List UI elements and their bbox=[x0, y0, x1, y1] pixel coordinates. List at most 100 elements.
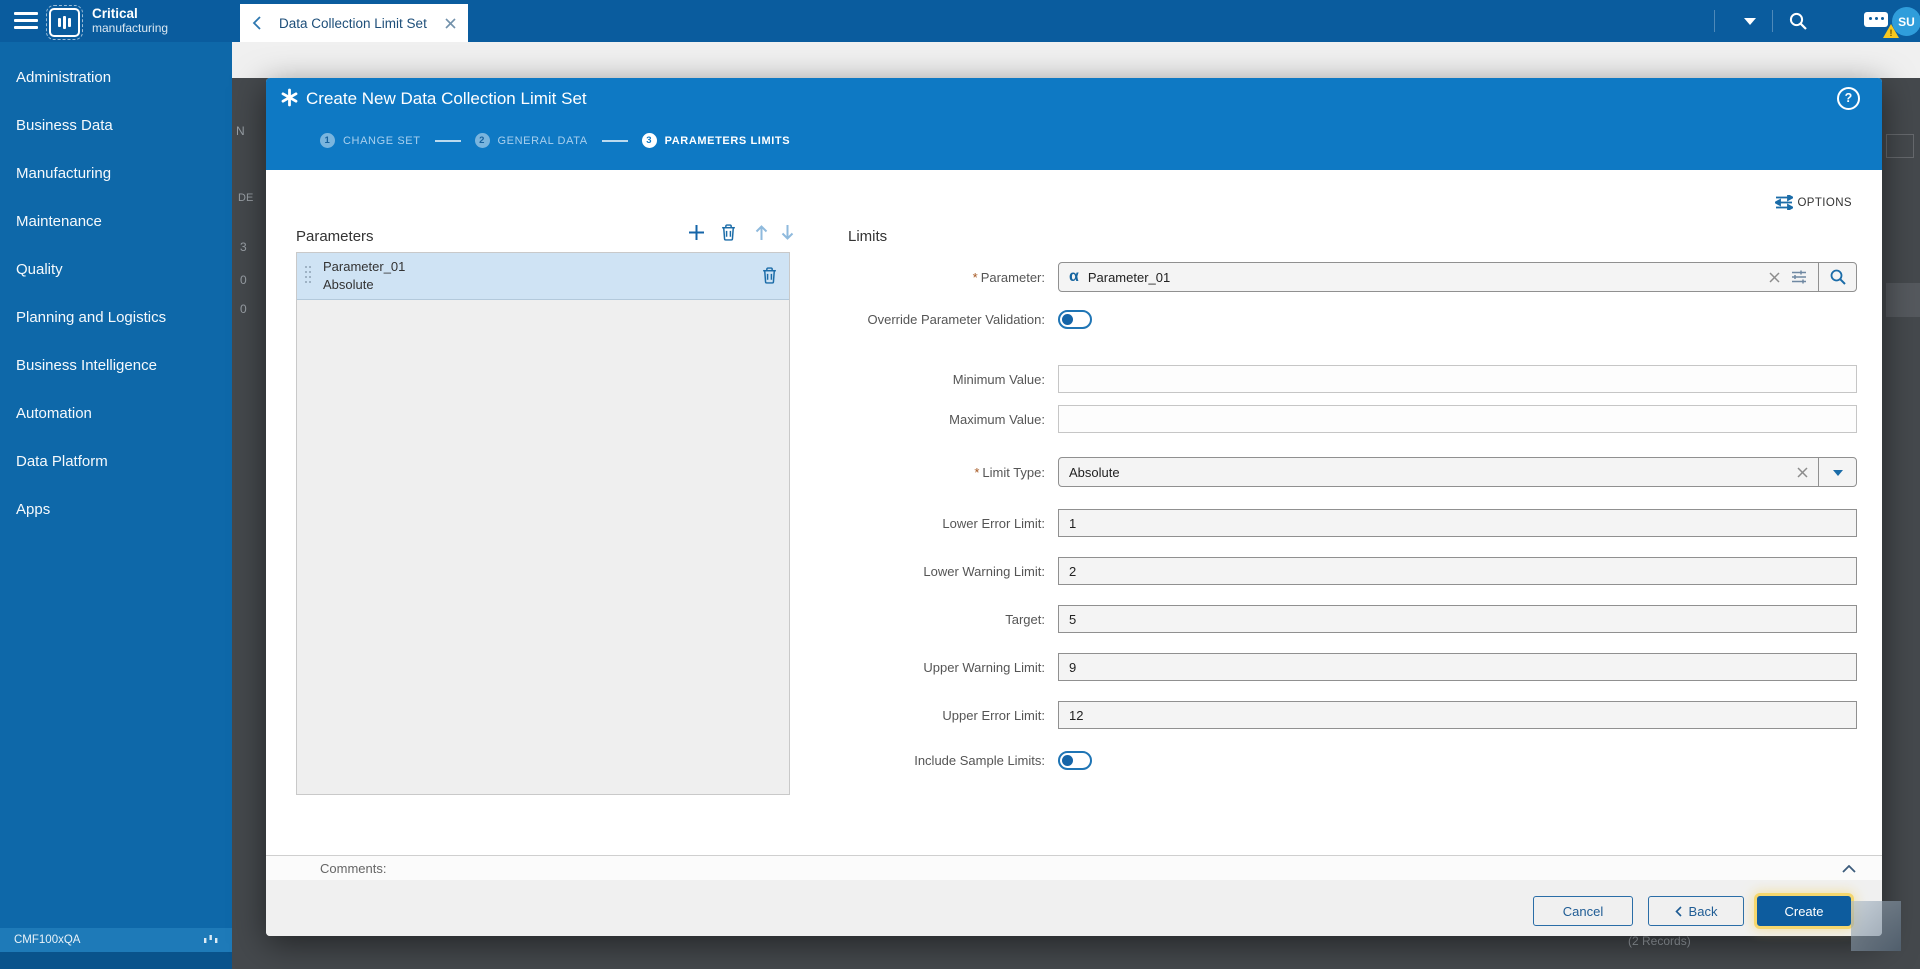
create-button[interactable]: Create bbox=[1757, 896, 1851, 926]
sidebar-item-data-platform[interactable]: Data Platform bbox=[0, 437, 232, 485]
target-label: Target: bbox=[1005, 611, 1045, 627]
parameter-lookup-field[interactable]: α Parameter_01 bbox=[1058, 262, 1857, 292]
drag-handle-icon[interactable] bbox=[305, 266, 313, 286]
advanced-filter-icon[interactable] bbox=[1790, 269, 1808, 285]
options-button[interactable]: OPTIONS bbox=[1775, 195, 1852, 210]
wizard-steps: 1 CHANGE SET 2 GENERAL DATA 3 PARAMETERS… bbox=[320, 133, 804, 148]
maximum-value-input[interactable] bbox=[1058, 405, 1857, 433]
item-delete-icon[interactable] bbox=[762, 267, 777, 284]
override-validation-toggle[interactable] bbox=[1058, 310, 1092, 329]
minimum-value-row: Minimum Value: bbox=[848, 365, 1857, 393]
wizard-step-2[interactable]: 2 bbox=[474, 133, 490, 148]
limit-type-dropdown-button[interactable] bbox=[1818, 458, 1856, 486]
delete-parameter-button[interactable] bbox=[721, 224, 736, 241]
sidebar-bottom-strip bbox=[0, 952, 232, 969]
messages-icon[interactable] bbox=[1864, 12, 1888, 27]
dialog-footer: Cancel Back Create bbox=[266, 880, 1882, 936]
tab-title: Data Collection Limit Set bbox=[279, 15, 427, 31]
comments-section: Comments: bbox=[266, 855, 1882, 881]
tab-close-icon[interactable] bbox=[445, 17, 456, 29]
tab-back-chevron-icon[interactable] bbox=[252, 16, 261, 30]
top-bar: Critical manufacturing Data Collection L… bbox=[0, 0, 1920, 42]
move-up-button[interactable] bbox=[754, 224, 769, 241]
parameter-value: Parameter_01 bbox=[1087, 269, 1171, 285]
occluded-row-fragment: 3 bbox=[240, 240, 247, 254]
parameter-item-name: Parameter_01 bbox=[323, 259, 406, 274]
occluded-panel-fragment bbox=[1886, 283, 1920, 317]
occluded-row-fragment: 0 bbox=[240, 302, 247, 316]
wizard-step-3-label: PARAMETERS LIMITS bbox=[664, 134, 791, 147]
required-asterisk: * bbox=[974, 464, 980, 480]
create-label: Create bbox=[1784, 903, 1824, 919]
target-input[interactable] bbox=[1058, 605, 1857, 633]
wizard-connector bbox=[434, 139, 461, 142]
lower-warning-limit-input[interactable] bbox=[1058, 557, 1857, 585]
sidebar-item-maintenance[interactable]: Maintenance bbox=[0, 197, 232, 245]
parameter-list-item-selected[interactable]: Parameter_01 Absolute bbox=[297, 253, 789, 300]
upper-error-limit-row: Upper Error Limit: bbox=[848, 701, 1857, 729]
sidebar-item-manufacturing[interactable]: Manufacturing bbox=[0, 149, 232, 197]
limit-type-select[interactable]: Absolute bbox=[1058, 457, 1857, 487]
wizard-step-3[interactable]: 3 bbox=[641, 133, 657, 148]
wizard-step-1[interactable]: 1 bbox=[320, 133, 335, 148]
limit-type-row: * Limit Type: Absolute bbox=[848, 457, 1857, 487]
minimum-value-input[interactable] bbox=[1058, 365, 1857, 393]
parameters-list: Parameter_01 Absolute bbox=[296, 252, 790, 795]
occluded-header-fragment: DE bbox=[238, 192, 254, 204]
page-toolbar bbox=[232, 42, 1920, 78]
global-search-icon[interactable] bbox=[1788, 11, 1809, 32]
move-down-button[interactable] bbox=[780, 224, 795, 241]
limit-type-label: * Limit Type: bbox=[974, 464, 1045, 480]
critical-manufacturing-logo-icon[interactable] bbox=[46, 5, 83, 40]
cursor-highlight-artifact bbox=[1851, 901, 1901, 951]
maximum-value-row: Maximum Value: bbox=[848, 405, 1857, 433]
topbar-separator bbox=[1714, 10, 1715, 32]
clear-limit-type-icon[interactable] bbox=[1797, 466, 1808, 478]
tab-data-collection-limit-set[interactable]: Data Collection Limit Set bbox=[240, 4, 468, 42]
sidebar-item-business-intelligence[interactable]: Business Intelligence bbox=[0, 341, 232, 389]
parameter-search-button[interactable] bbox=[1818, 263, 1856, 291]
options-label: OPTIONS bbox=[1797, 196, 1852, 209]
sidebar-item-automation[interactable]: Automation bbox=[0, 389, 232, 437]
help-icon[interactable]: ? bbox=[1837, 87, 1860, 110]
add-parameter-button[interactable] bbox=[688, 224, 705, 241]
comments-label: Comments: bbox=[320, 861, 387, 876]
menu-hamburger-icon[interactable] bbox=[14, 12, 38, 30]
collapse-chevron-icon[interactable] bbox=[1842, 864, 1856, 873]
user-avatar[interactable]: SU bbox=[1892, 7, 1920, 36]
sidebar-nav: Administration Business Data Manufacturi… bbox=[0, 42, 232, 928]
cancel-label: Cancel bbox=[1562, 903, 1604, 919]
target-row: Target: bbox=[848, 605, 1857, 633]
lower-error-limit-row: Lower Error Limit: bbox=[848, 509, 1857, 537]
upper-warning-limit-input[interactable] bbox=[1058, 653, 1857, 681]
brand-line1: Critical bbox=[92, 6, 138, 21]
view-switch-caret-icon[interactable] bbox=[1744, 18, 1756, 31]
back-button[interactable]: Back bbox=[1648, 896, 1744, 926]
upper-error-limit-label: Upper Error Limit: bbox=[942, 707, 1045, 723]
sidebar-item-quality[interactable]: Quality bbox=[0, 245, 232, 293]
sidebar-item-planning-and-logistics[interactable]: Planning and Logistics bbox=[0, 293, 232, 341]
override-validation-label: Override Parameter Validation: bbox=[867, 312, 1045, 327]
back-label: Back bbox=[1688, 903, 1718, 919]
topbar-separator bbox=[1772, 10, 1773, 32]
sidebar-item-administration[interactable]: Administration bbox=[0, 53, 232, 101]
cancel-button[interactable]: Cancel bbox=[1533, 896, 1633, 926]
occluded-icon-fragment bbox=[1886, 134, 1914, 158]
upper-warning-limit-row: Upper Warning Limit: bbox=[848, 653, 1857, 681]
sidebar-item-business-data[interactable]: Business Data bbox=[0, 101, 232, 149]
sidebar-item-apps[interactable]: Apps bbox=[0, 485, 232, 533]
parameter-label: * Parameter: bbox=[972, 269, 1045, 285]
include-sample-limits-toggle[interactable] bbox=[1058, 751, 1092, 770]
lower-error-limit-input[interactable] bbox=[1058, 509, 1857, 537]
parameter-item-type: Absolute bbox=[323, 277, 374, 292]
include-sample-limits-row: Include Sample Limits: bbox=[848, 751, 1092, 770]
options-sliders-icon bbox=[1775, 195, 1794, 210]
clear-parameter-icon[interactable] bbox=[1769, 271, 1780, 283]
records-count: (2 Records) bbox=[1628, 934, 1691, 948]
environment-bar: CMF100xQA bbox=[0, 928, 232, 952]
override-validation-row: Override Parameter Validation: bbox=[848, 310, 1092, 329]
parameters-panel-title: Parameters bbox=[296, 228, 374, 245]
include-sample-limits-label: Include Sample Limits: bbox=[914, 753, 1045, 768]
minimum-value-label: Minimum Value: bbox=[952, 371, 1045, 387]
upper-error-limit-input[interactable] bbox=[1058, 701, 1857, 729]
